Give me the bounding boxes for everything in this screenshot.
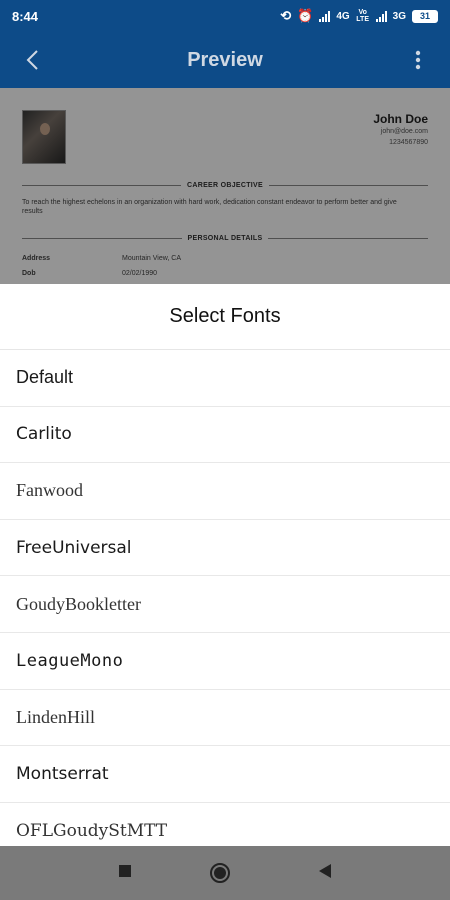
network-4g-label: 4G — [336, 10, 350, 22]
back-nav-button[interactable] — [310, 863, 340, 884]
modal-scrim[interactable] — [0, 88, 450, 284]
chevron-left-icon — [26, 50, 38, 70]
font-picker-sheet: Select Fonts Default Carlito Fanwood Fre… — [0, 284, 450, 860]
triangle-left-icon — [319, 863, 331, 878]
volte-label: Vo LTE — [356, 9, 369, 23]
back-button[interactable] — [0, 32, 64, 88]
more-vert-icon — [415, 50, 421, 70]
status-icons: ⟲ ⏰ 4G Vo LTE 3G 31 — [280, 8, 438, 24]
font-option-fanwood[interactable]: Fanwood — [0, 463, 450, 520]
status-bar: 8:44 ⟲ ⏰ 4G Vo LTE 3G 31 — [0, 0, 450, 32]
network-3g-label: 3G — [392, 10, 406, 22]
square-icon — [119, 864, 131, 877]
font-option-lindenhill[interactable]: LindenHill — [0, 690, 450, 747]
circle-icon — [210, 863, 230, 883]
recents-button[interactable] — [110, 864, 140, 883]
more-options-button[interactable] — [386, 32, 450, 88]
font-option-freeuniversal[interactable]: FreeUniversal — [0, 520, 450, 577]
font-option-montserrat[interactable]: Montserrat — [0, 746, 450, 803]
signal-icon — [319, 10, 331, 22]
font-option-leaguemono[interactable]: LeagueMono — [0, 633, 450, 690]
system-nav-bar — [0, 846, 450, 900]
font-option-carlito[interactable]: Carlito — [0, 407, 450, 464]
sheet-title: Select Fonts — [0, 284, 450, 350]
battery-icon: 31 — [412, 9, 438, 23]
font-option-goudybookletter[interactable]: GoudyBookletter — [0, 576, 450, 633]
sync-off-icon: ⟲ — [280, 8, 292, 23]
page-title: Preview — [187, 48, 263, 71]
signal-2-icon — [375, 10, 387, 22]
status-time: 8:44 — [12, 8, 39, 24]
app-bar: Preview — [0, 32, 450, 88]
font-option-default[interactable]: Default — [0, 350, 450, 407]
home-button[interactable] — [210, 863, 240, 883]
alarm-icon: ⏰ — [297, 8, 314, 23]
